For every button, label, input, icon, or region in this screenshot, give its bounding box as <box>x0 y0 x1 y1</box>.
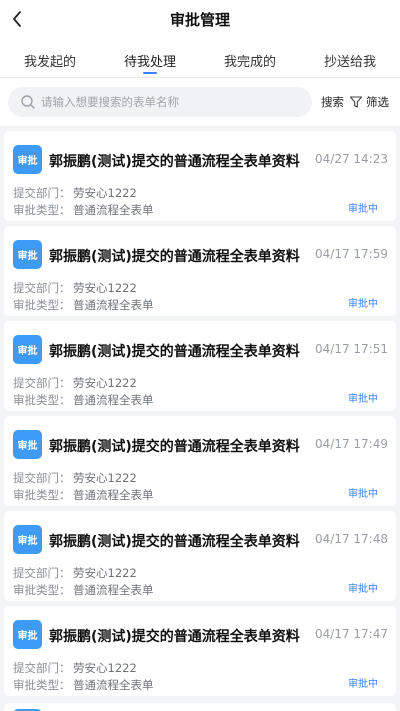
list-item[interactable]: 审批 郭振鹏(测试)提交的普通流程全表单资料 04/17 17:48 提交部门：… <box>4 511 396 601</box>
approval-form-icon: 审批 <box>13 145 42 174</box>
department-value: 劳安心1222 <box>73 471 137 485</box>
search-icon <box>21 95 35 109</box>
item-time: 04/17 17:47 <box>315 627 388 641</box>
department-value: 劳安心1222 <box>73 566 137 580</box>
department-value: 劳安心1222 <box>73 661 137 675</box>
list-item-partial[interactable] <box>4 703 396 711</box>
type-value: 普通流程全表单 <box>73 203 154 217</box>
type-value: 普通流程全表单 <box>73 298 154 312</box>
list-item[interactable]: 审批 郭振鹏(测试)提交的普通流程全表单资料 04/17 17:49 提交部门：… <box>4 416 396 506</box>
item-department: 提交部门： 劳安心1222 <box>13 280 137 296</box>
status-badge: 审批中 <box>348 584 378 595</box>
tab-bar: 我发起的 待我处理 我完成的 抄送给我 <box>0 40 400 78</box>
search-input[interactable] <box>41 92 301 112</box>
item-department: 提交部门： 劳安心1222 <box>13 660 137 676</box>
tab-cc-to-me[interactable]: 抄送给我 <box>300 40 400 77</box>
approval-form-icon: 审批 <box>13 335 42 364</box>
item-time: 04/17 17:51 <box>315 342 388 356</box>
list-item[interactable]: 审批 郭振鹏(测试)提交的普通流程全表单资料 04/17 17:47 提交部门：… <box>4 606 396 696</box>
search-bar: 搜索 筛选 <box>0 78 400 126</box>
search-box[interactable] <box>8 87 312 117</box>
search-button[interactable]: 搜索 <box>321 94 344 110</box>
status-badge: 审批中 <box>348 299 378 310</box>
item-title: 郭振鹏(测试)提交的普通流程全表单资料 <box>49 439 300 455</box>
department-label: 提交部门： <box>13 661 71 675</box>
tab-initiated[interactable]: 我发起的 <box>0 40 100 77</box>
department-value: 劳安心1222 <box>73 281 137 295</box>
type-label: 审批类型： <box>13 488 71 502</box>
type-label: 审批类型： <box>13 203 71 217</box>
item-title: 郭振鹏(测试)提交的普通流程全表单资料 <box>49 249 300 265</box>
type-value: 普通流程全表单 <box>73 488 154 502</box>
department-label: 提交部门： <box>13 471 71 485</box>
list-item[interactable]: 审批 郭振鹏(测试)提交的普通流程全表单资料 04/17 17:51 提交部门：… <box>4 321 396 411</box>
type-value: 普通流程全表单 <box>73 393 154 407</box>
tab-label: 我发起的 <box>23 55 76 70</box>
status-badge: 审批中 <box>348 489 378 500</box>
department-label: 提交部门： <box>13 186 71 200</box>
item-department: 提交部门： 劳安心1222 <box>13 565 137 581</box>
item-type: 审批类型： 普通流程全表单 <box>13 297 154 313</box>
tab-label: 待我处理 <box>123 55 176 70</box>
item-time: 04/27 14:23 <box>315 152 388 166</box>
department-label: 提交部门： <box>13 566 71 580</box>
approval-form-icon: 审批 <box>13 240 42 269</box>
page-title: 审批管理 <box>169 11 230 29</box>
item-type: 审批类型： 普通流程全表单 <box>13 677 154 693</box>
list-item[interactable]: 审批 郭振鹏(测试)提交的普通流程全表单资料 04/27 14:23 提交部门：… <box>4 131 396 221</box>
item-type: 审批类型： 普通流程全表单 <box>13 582 154 598</box>
item-department: 提交部门： 劳安心1222 <box>13 470 137 486</box>
type-value: 普通流程全表单 <box>73 583 154 597</box>
item-department: 提交部门： 劳安心1222 <box>13 185 137 201</box>
tab-pending[interactable]: 待我处理 <box>100 40 200 77</box>
filter-button[interactable]: 筛选 <box>349 92 389 112</box>
department-label: 提交部门： <box>13 281 71 295</box>
department-label: 提交部门： <box>13 376 71 390</box>
type-label: 审批类型： <box>13 393 71 407</box>
status-badge: 审批中 <box>348 394 378 405</box>
item-type: 审批类型： 普通流程全表单 <box>13 202 154 218</box>
approval-form-icon: 审批 <box>13 525 42 554</box>
department-value: 劳安心1222 <box>73 376 137 390</box>
type-label: 审批类型： <box>13 583 71 597</box>
list-item[interactable]: 审批 郭振鹏(测试)提交的普通流程全表单资料 04/17 17:59 提交部门：… <box>4 226 396 316</box>
item-title: 郭振鹏(测试)提交的普通流程全表单资料 <box>49 629 300 645</box>
department-value: 劳安心1222 <box>73 186 137 200</box>
item-title: 郭振鹏(测试)提交的普通流程全表单资料 <box>49 534 300 550</box>
tab-completed[interactable]: 我完成的 <box>200 40 300 77</box>
approval-form-icon: 审批 <box>13 620 42 649</box>
item-time: 04/17 17:59 <box>315 247 388 261</box>
tab-label: 抄送给我 <box>323 55 376 70</box>
active-tab-indicator <box>143 72 157 74</box>
status-badge: 审批中 <box>348 204 378 215</box>
item-title: 郭振鹏(测试)提交的普通流程全表单资料 <box>49 154 300 170</box>
item-department: 提交部门： 劳安心1222 <box>13 375 137 391</box>
filter-label: 筛选 <box>366 95 389 109</box>
item-title: 郭振鹏(测试)提交的普通流程全表单资料 <box>49 344 300 360</box>
tab-label: 我完成的 <box>223 55 276 70</box>
approval-form-icon: 审批 <box>13 430 42 459</box>
type-label: 审批类型： <box>13 298 71 312</box>
type-label: 审批类型： <box>13 678 71 692</box>
type-value: 普通流程全表单 <box>73 678 154 692</box>
status-badge: 审批中 <box>348 679 378 690</box>
app-header: 审批管理 <box>0 0 400 40</box>
item-type: 审批类型： 普通流程全表单 <box>13 487 154 503</box>
filter-icon <box>349 96 363 108</box>
item-type: 审批类型： 普通流程全表单 <box>13 392 154 408</box>
item-time: 04/17 17:49 <box>315 437 388 451</box>
item-time: 04/17 17:48 <box>315 532 388 546</box>
